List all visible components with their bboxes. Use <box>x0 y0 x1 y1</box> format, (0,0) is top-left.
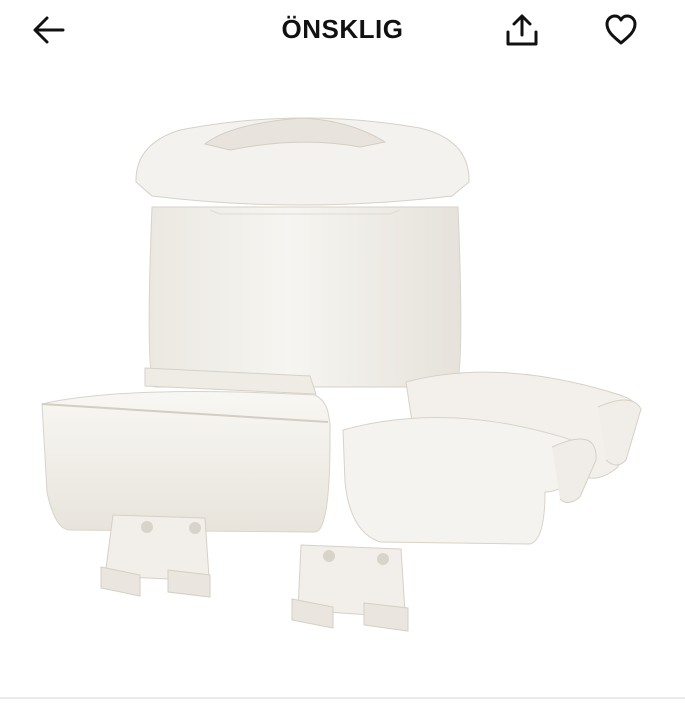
lidded-bin <box>135 117 470 388</box>
left-mounting-bracket <box>100 514 211 598</box>
left-storage-bowl <box>41 367 331 533</box>
heart-icon <box>605 14 637 45</box>
share-button[interactable] <box>500 8 544 52</box>
favorite-button[interactable] <box>599 8 643 52</box>
page-title: ÖNSKLIG <box>281 14 404 44</box>
product-image-area <box>0 62 685 699</box>
right-bottom-storage-bowl <box>342 417 597 545</box>
right-mounting-bracket <box>291 544 409 632</box>
product-photo <box>41 117 642 632</box>
share-icon <box>506 14 538 46</box>
top-navigation-bar: ÖNSKLIG <box>0 0 685 62</box>
